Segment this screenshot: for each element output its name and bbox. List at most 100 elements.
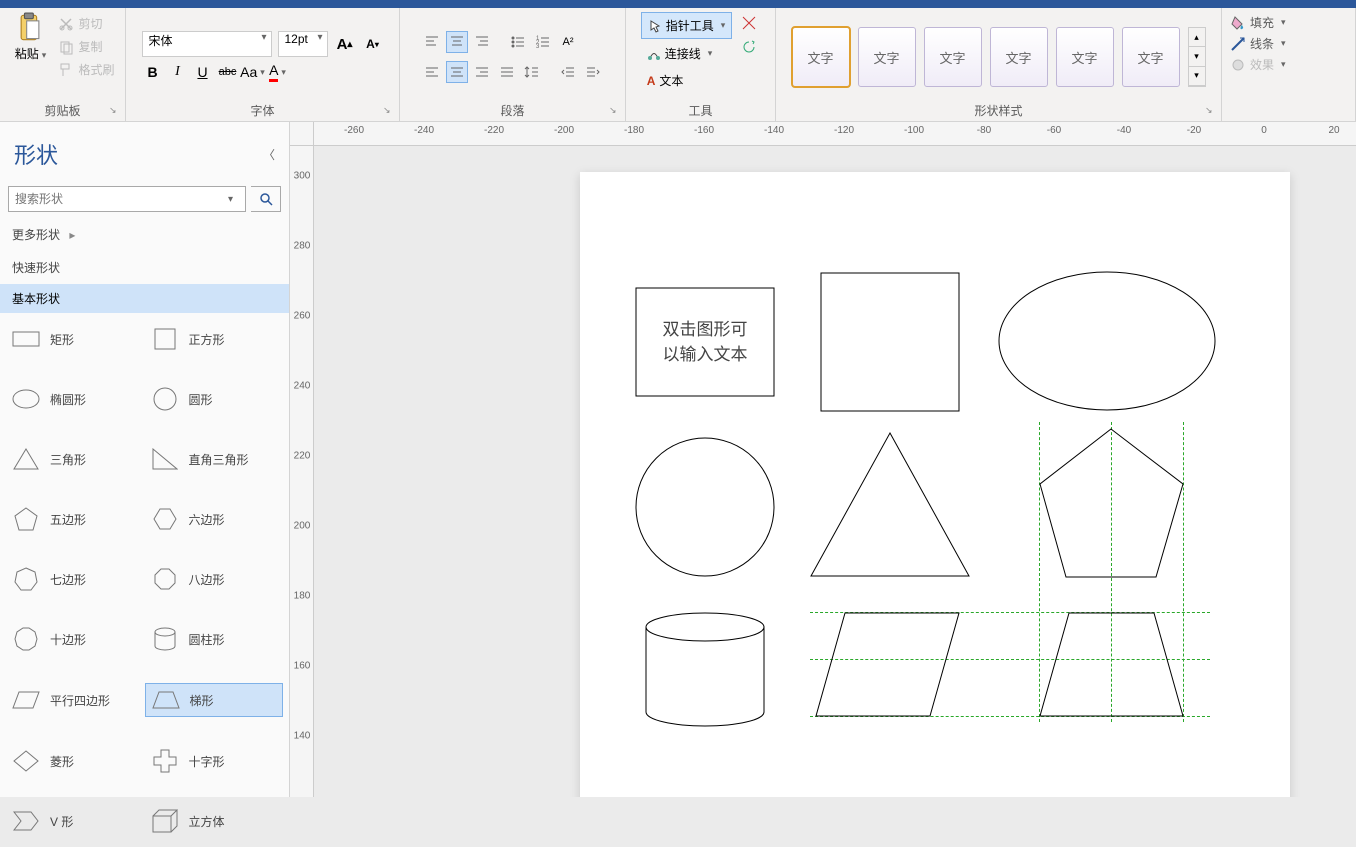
superscript-button[interactable]: A² (557, 31, 579, 53)
shape-icon (12, 387, 40, 411)
justify-button[interactable] (496, 61, 518, 83)
search-input[interactable] (8, 186, 246, 212)
shape-item-13[interactable]: 梯形 (145, 683, 284, 717)
style-item-5[interactable]: 文字 (1056, 27, 1114, 87)
font-dialog-launcher[interactable]: ↘ (383, 105, 397, 119)
style-item-2[interactable]: 文字 (858, 27, 916, 87)
shape-icon (151, 327, 179, 351)
style-item-1[interactable]: 文字 (792, 27, 850, 87)
shape-icon (12, 327, 40, 351)
style-gallery-scroll[interactable]: ▴▾▾ (1188, 27, 1206, 87)
align-top-left-button[interactable] (421, 31, 443, 53)
increase-font-button[interactable]: A▴ (334, 33, 356, 55)
shape-item-5[interactable]: 直角三角形 (145, 443, 284, 475)
style-item-4[interactable]: 文字 (990, 27, 1048, 87)
shape-item-label: 七边形 (50, 571, 86, 588)
more-shapes-button[interactable]: 更多形状 ▸ (0, 218, 289, 251)
ruler-v-tick: 180 (290, 591, 314, 602)
shape-item-17[interactable]: 立方体 (145, 805, 284, 837)
shape-item-label: 直角三角形 (189, 451, 249, 468)
effect-button[interactable]: 效果 (1230, 54, 1286, 75)
format-painter-label: 格式刷 (78, 61, 114, 78)
font-color-button[interactable]: A (267, 61, 289, 83)
shape-item-11[interactable]: 圆柱形 (145, 623, 284, 655)
styles-dialog-launcher[interactable]: ↘ (1205, 105, 1219, 119)
decrease-indent-button[interactable] (557, 61, 579, 83)
shape-item-label: 六边形 (189, 511, 225, 528)
line-spacing-button[interactable] (521, 61, 543, 83)
bullets-button[interactable] (507, 31, 529, 53)
numbering-button[interactable]: 123 (532, 31, 554, 53)
shape-item-9[interactable]: 八边形 (145, 563, 284, 595)
shape-item-7[interactable]: 六边形 (145, 503, 284, 535)
pane-collapse-button[interactable]: 〈 (263, 146, 275, 163)
title-bar (0, 0, 1356, 8)
shape-item-12[interactable]: 平行四边形 (6, 683, 145, 717)
format-painter-button[interactable]: 格式刷 (58, 58, 114, 81)
align-top-center-button[interactable] (446, 31, 468, 53)
font-size-select[interactable]: 12pt (278, 31, 328, 57)
shape-item-3[interactable]: 圆形 (145, 383, 284, 415)
cut-button[interactable]: 剪切 (58, 12, 114, 35)
shape-item-4[interactable]: 三角形 (6, 443, 145, 475)
shape-item-label: 矩形 (50, 331, 74, 348)
change-case-button[interactable]: Aa (242, 61, 264, 83)
shape-icon (151, 809, 179, 833)
strikethrough-button[interactable]: abc (217, 61, 239, 83)
drawing-page[interactable]: 双击图形可 以输入文本 (580, 172, 1290, 797)
rotate-tool-button[interactable] (738, 36, 760, 58)
decrease-font-button[interactable]: A▾ (362, 33, 384, 55)
shape-item-1[interactable]: 正方形 (145, 323, 284, 355)
shape-ellipse[interactable] (998, 271, 1216, 411)
align-center-button[interactable] (446, 61, 468, 83)
shape-triangle[interactable] (810, 432, 970, 577)
paragraph-dialog-launcher[interactable]: ↘ (609, 105, 623, 119)
shape-item-14[interactable]: 菱形 (6, 745, 145, 777)
underline-button[interactable]: U (192, 61, 214, 83)
shape-item-6[interactable]: 五边形 (6, 503, 145, 535)
connector-tool-button[interactable]: 连接线 (641, 41, 733, 66)
shape-item-0[interactable]: 矩形 (6, 323, 145, 355)
paragraph-group: 123 A² 段落 ↘ (400, 8, 626, 121)
shape-item-label: 圆形 (189, 391, 213, 408)
increase-indent-button[interactable] (582, 61, 604, 83)
canvas-area[interactable]: -260-240-220-200-180-160-140-120-100-80-… (290, 122, 1356, 797)
fill-button[interactable]: 填充 (1230, 12, 1286, 33)
line-button[interactable]: 线条 (1230, 33, 1286, 54)
shape-icon (151, 749, 179, 773)
italic-button[interactable]: I (167, 61, 189, 83)
shape-item-8[interactable]: 七边形 (6, 563, 145, 595)
shape-item-16[interactable]: V 形 (6, 805, 145, 837)
search-button[interactable] (251, 186, 281, 212)
shape-icon (12, 507, 40, 531)
shape-rectangle[interactable] (820, 272, 960, 412)
ruler-v-tick: 140 (290, 731, 314, 742)
shape-item-label: 十边形 (50, 631, 86, 648)
shape-circle[interactable] (635, 437, 775, 577)
text-tool-button[interactable]: A 文本 (641, 68, 733, 93)
shapes-category[interactable]: 基本形状 (0, 284, 289, 313)
pointer-tool-button[interactable]: 指针工具 (641, 12, 733, 39)
align-right-button[interactable] (471, 61, 493, 83)
style-item-3[interactable]: 文字 (924, 27, 982, 87)
style-item-6[interactable]: 文字 (1122, 27, 1180, 87)
bold-button[interactable]: B (142, 61, 164, 83)
shape-pentagon[interactable] (1039, 428, 1184, 578)
shape-item-2[interactable]: 椭圆形 (6, 383, 145, 415)
shape-cylinder[interactable] (645, 612, 765, 727)
quick-shapes[interactable]: 快速形状 (0, 251, 289, 284)
shape-item-15[interactable]: 十字形 (145, 745, 284, 777)
align-top-right-button[interactable] (471, 31, 493, 53)
font-name-select[interactable]: 宋体 (142, 31, 272, 57)
shape-item-10[interactable]: 十边形 (6, 623, 145, 655)
tools-group-label: 工具 (634, 102, 767, 119)
cross-tool-button[interactable] (738, 12, 760, 34)
clipboard-dialog-launcher[interactable]: ↘ (109, 105, 123, 119)
shape-text-content[interactable]: 双击图形可 以输入文本 (635, 287, 775, 397)
paragraph-group-label: 段落 (408, 102, 617, 119)
copy-button[interactable]: 复制 (58, 35, 114, 58)
align-left-button[interactable] (421, 61, 443, 83)
shape-parallelogram[interactable] (815, 612, 960, 717)
shape-trapezoid[interactable] (1039, 612, 1184, 717)
paste-button[interactable]: 粘贴 (10, 12, 50, 62)
